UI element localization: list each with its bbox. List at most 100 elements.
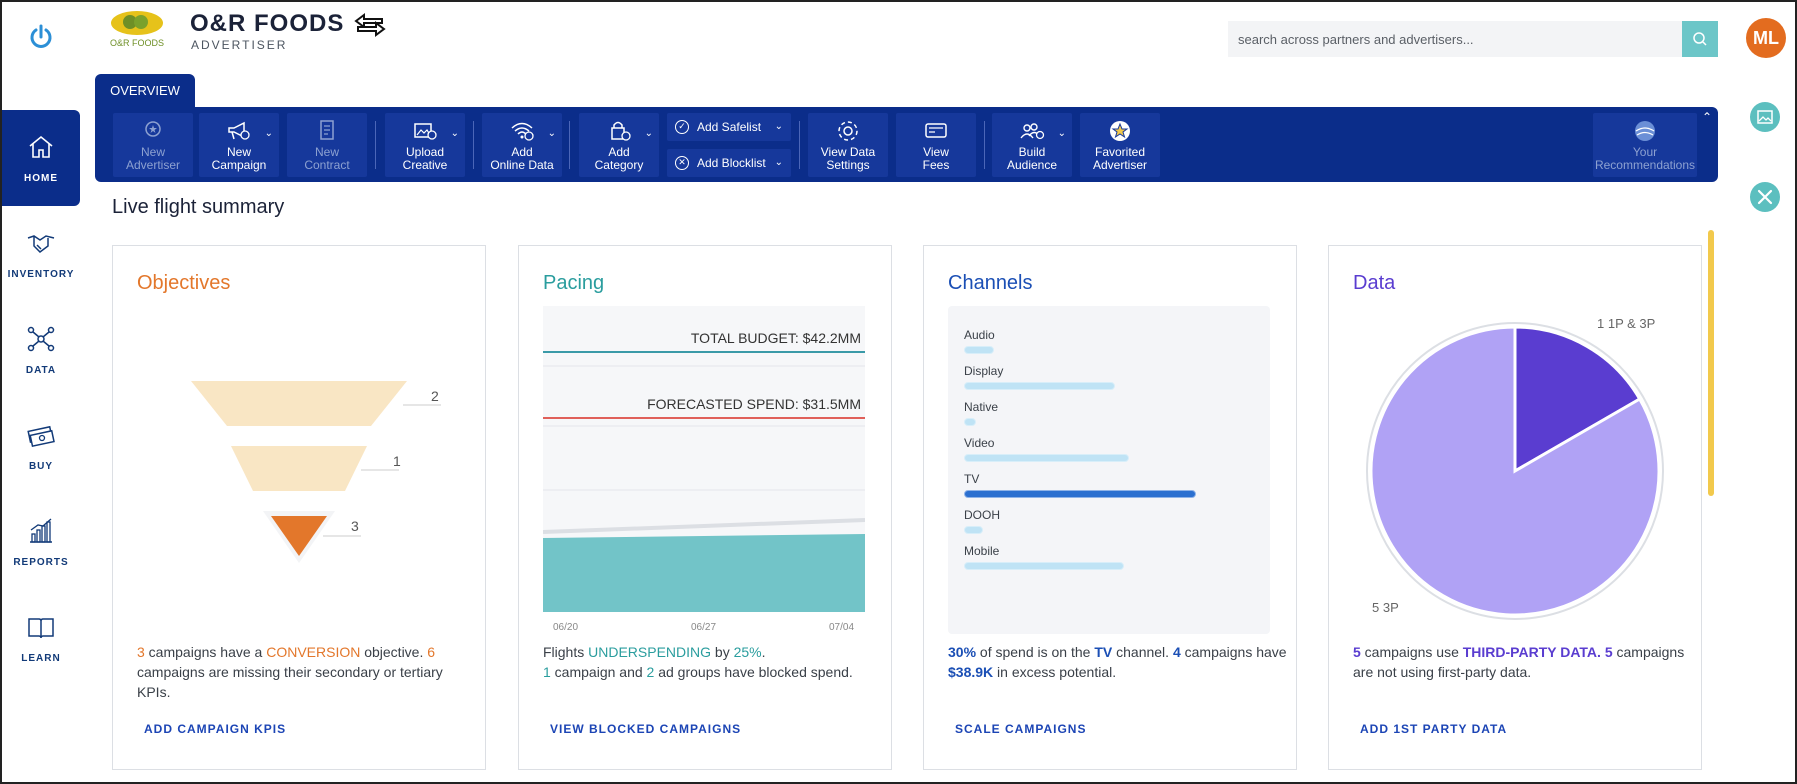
star-icon: [1110, 121, 1130, 141]
x-tick: 07/04: [829, 622, 855, 633]
nav-label: LEARN: [21, 653, 61, 664]
channel-bar: [964, 490, 1196, 498]
funnel-label: 2: [431, 388, 439, 404]
nav-buy[interactable]: BUY: [2, 398, 80, 494]
channel-label: Native: [964, 400, 999, 414]
power-icon[interactable]: [26, 22, 56, 52]
slice-label: 1 1P & 3P: [1597, 316, 1656, 331]
chevron-down-icon: ⌄: [264, 128, 273, 139]
user-avatar[interactable]: ML: [1746, 18, 1786, 58]
favorited-advertiser-button[interactable]: Favorited Advertiser: [1080, 113, 1160, 177]
data-card: Data 1 1P & 3P 5 3P 5 campaigns use THIR…: [1328, 245, 1702, 770]
advertiser-type: ADVERTISER: [191, 38, 288, 52]
left-nav: HOME INVENTORY DATA BUY REPORTS LEARN: [2, 2, 80, 782]
view-fees-button[interactable]: View Fees: [896, 113, 976, 177]
handshake-icon: [27, 235, 55, 253]
funnel-level-2: [231, 446, 367, 491]
new-advertiser-icon: [145, 121, 161, 137]
chevron-down-icon: ⌄: [1057, 128, 1066, 139]
build-audience-button[interactable]: Build Audience ⌄: [992, 113, 1072, 177]
card-description: 3 campaigns have a CONVERSION objective.…: [137, 644, 443, 700]
chevron-down-icon: ⌄: [547, 128, 556, 139]
image-panel-button[interactable]: [1750, 102, 1780, 132]
channel-label: TV: [964, 472, 980, 486]
card-title: Pacing: [543, 272, 605, 294]
network-icon: [27, 326, 55, 352]
funnel-label: 1: [393, 453, 401, 469]
audience-icon: [1020, 123, 1045, 140]
search-input[interactable]: [1228, 21, 1682, 57]
chevron-down-icon: ⌄: [644, 128, 653, 139]
your-recommendations-button[interactable]: Your Recommendations: [1593, 113, 1697, 177]
nav-label: DATA: [25, 365, 57, 376]
search-button[interactable]: [1682, 21, 1718, 57]
upload-creative-button[interactable]: Upload Creative ⌄: [385, 113, 465, 177]
channel-bar: [964, 346, 995, 354]
image-icon: [1757, 110, 1773, 124]
nav-reports[interactable]: REPORTS: [2, 494, 80, 590]
chevron-down-icon: ⌄: [450, 128, 459, 139]
toolbar-divider: [473, 121, 474, 169]
nav-data[interactable]: DATA: [2, 302, 80, 398]
card-title: Data: [1353, 272, 1396, 294]
channel-bar: [964, 454, 1129, 462]
funnel-level-1: [191, 381, 407, 426]
advertiser-name: O&R FOODS: [190, 10, 345, 37]
add-online-data-button[interactable]: Add Online Data ⌄: [482, 113, 562, 177]
spend-area: [543, 534, 865, 612]
pacing-card: Pacing TOTAL BUDGET: $42.2MM FORECASTED …: [518, 245, 892, 770]
objectives-card: Objectives 2 1 3 3 campaigns have a CONV…: [112, 245, 486, 770]
upload-image-icon: [414, 123, 437, 140]
add-safelist-button[interactable]: ✓ Add Safelist ⌄: [667, 113, 791, 141]
new-contract-button[interactable]: New Contract: [287, 113, 367, 177]
gear-icon: [838, 121, 858, 141]
swap-arrows-icon[interactable]: [352, 12, 388, 38]
collapse-toolbar-button[interactable]: ⌃: [1702, 110, 1712, 124]
wifi-icon: [511, 122, 534, 141]
channel-bar: [964, 562, 1125, 570]
nav-learn[interactable]: LEARN: [2, 590, 80, 686]
book-icon: [28, 618, 54, 639]
tools-panel-button[interactable]: [1750, 182, 1780, 212]
view-data-settings-button[interactable]: View Data Settings: [808, 113, 888, 177]
channel-bar: [964, 382, 1115, 390]
x-tick: 06/27: [691, 622, 717, 633]
toolbar-divider: [569, 121, 570, 169]
logo-text: O&R FOODS: [110, 38, 164, 48]
add-blocklist-button[interactable]: ✕ Add Blocklist ⌄: [667, 149, 791, 177]
nav-home[interactable]: HOME: [2, 110, 80, 206]
section-title: Live flight summary: [112, 196, 285, 218]
card-description: Flights UNDERSPENDING by 25%. 1 campaign …: [543, 644, 853, 680]
data-pie-chart: [1366, 322, 1664, 620]
view-blocked-campaigns-link[interactable]: VIEW BLOCKED CAMPAIGNS: [550, 722, 741, 736]
megaphone-icon: [228, 121, 250, 140]
channel-label: DOOH: [964, 508, 1000, 522]
contract-icon: [320, 120, 334, 140]
nav-inventory[interactable]: INVENTORY: [2, 206, 80, 302]
channel-bar: [964, 526, 983, 534]
channel-label: Video: [964, 436, 995, 450]
channels-card: Channels Audio Display Native Video TV DOOH Mo…: [923, 245, 1297, 770]
home-icon: [29, 135, 53, 158]
toolbar-divider: [375, 121, 376, 169]
money-icon: [27, 425, 55, 448]
tab-overview[interactable]: OVERVIEW: [95, 74, 195, 108]
nav-label: INVENTORY: [7, 269, 75, 280]
nav-label: HOME: [24, 173, 58, 184]
channels-chart: Audio Display Native Video TV DOOH Mobile: [948, 306, 1270, 634]
recommendations-icon: [1635, 121, 1655, 141]
funnel-level-3-fill: [271, 516, 327, 556]
cash-register-icon: [925, 123, 947, 138]
scale-campaigns-link[interactable]: SCALE CAMPAIGNS: [955, 722, 1086, 736]
chevron-down-icon: ⌄: [774, 121, 783, 132]
add-1st-party-data-link[interactable]: ADD 1ST PARTY DATA: [1360, 722, 1507, 736]
new-campaign-button[interactable]: New Campaign ⌄: [199, 113, 279, 177]
pacing-chart: TOTAL BUDGET: $42.2MM FORECASTED SPEND: …: [543, 306, 865, 612]
nav-label: BUY: [28, 461, 54, 472]
chevron-down-icon: ⌄: [774, 157, 783, 168]
add-category-button[interactable]: Add Category ⌄: [579, 113, 659, 177]
scrollbar[interactable]: [1708, 230, 1714, 496]
new-advertiser-button[interactable]: New Advertiser: [113, 113, 193, 177]
channel-label: Mobile: [964, 544, 1000, 558]
add-campaign-kpis-link[interactable]: ADD CAMPAIGN KPIS: [144, 722, 286, 736]
